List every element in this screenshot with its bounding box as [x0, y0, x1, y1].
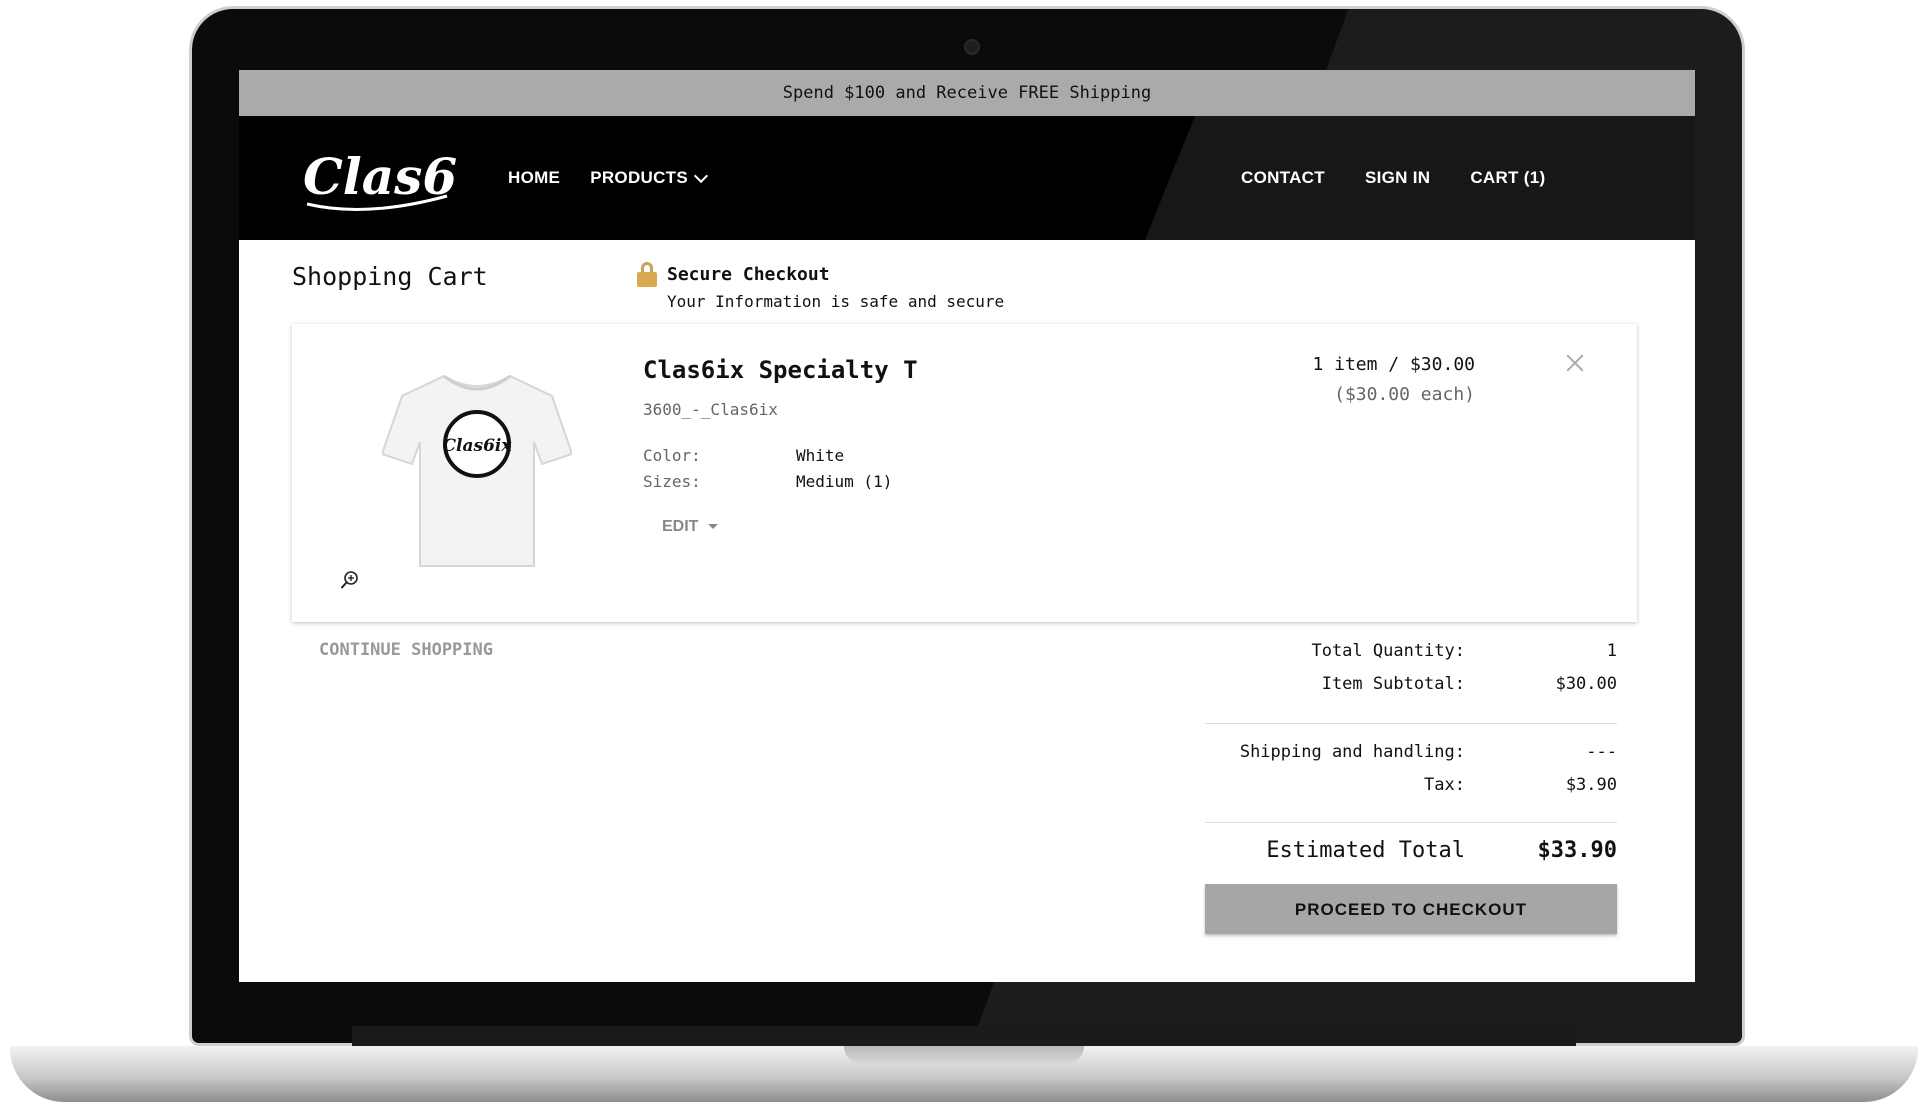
secure-checkout-title: Secure Checkout: [667, 264, 830, 285]
promo-bar: Spend $100 and Receive FREE Shipping: [239, 70, 1695, 116]
chevron-down-icon[interactable]: [693, 168, 709, 183]
total-quantity-label: Total Quantity:: [1311, 641, 1465, 661]
shirt-print-logo: Clas6ix: [443, 436, 513, 456]
nav-home[interactable]: HOME: [508, 168, 560, 188]
item-subtotal-label: Item Subtotal:: [1321, 674, 1465, 694]
shipping-label: Shipping and handling:: [1239, 742, 1465, 762]
nav-products-label[interactable]: PRODUCTS: [590, 168, 688, 188]
laptop-notch: [844, 1046, 1084, 1064]
laptop-hinge: [352, 1026, 1576, 1046]
summary-divider: [1205, 822, 1617, 823]
tax-value: $3.90: [1565, 775, 1617, 795]
item-price-each: ($30.00 each): [1334, 384, 1475, 405]
color-label: Color:: [643, 446, 701, 465]
nav-sign-in[interactable]: SIGN IN: [1365, 168, 1430, 188]
main-nav: HOME PRODUCTS: [508, 116, 736, 240]
site-header: Clas6ix HOME PRODUCTS CONTACT SIGN IN CA…: [239, 116, 1695, 240]
item-subtotal-value: $30.00: [1555, 674, 1617, 694]
nav-products[interactable]: PRODUCTS: [590, 168, 709, 188]
webcam: [964, 39, 980, 55]
logo-text: Clas6ix: [303, 147, 457, 206]
page-title: Shopping Cart: [292, 262, 488, 291]
nav-contact-label[interactable]: CONTACT: [1241, 168, 1325, 187]
nav-cart-label[interactable]: CART (1): [1470, 168, 1545, 187]
lock-icon: [637, 262, 657, 287]
sizes-value: Medium (1): [796, 472, 893, 491]
laptop-base: [10, 1046, 1918, 1102]
sizes-label: Sizes:: [643, 472, 701, 491]
cart-item-card: Clas6ix Clas6ix Specialty T 3600_-_Clas6…: [292, 324, 1637, 622]
product-image[interactable]: Clas6ix: [382, 362, 572, 572]
promo-text: Spend $100 and Receive FREE Shipping: [782, 83, 1152, 103]
estimated-total-value: $33.90: [1537, 838, 1617, 863]
nav-home-label[interactable]: HOME: [508, 168, 560, 188]
nav-sign-in-label[interactable]: SIGN IN: [1365, 168, 1430, 187]
continue-shopping-link[interactable]: CONTINUE SHOPPING: [319, 640, 493, 660]
total-quantity-value: 1: [1606, 641, 1617, 661]
browser-viewport: Spend $100 and Receive FREE Shipping Cla…: [239, 70, 1695, 982]
color-value: White: [796, 446, 845, 465]
site-logo[interactable]: Clas6ix: [297, 134, 457, 220]
edit-button[interactable]: EDIT: [662, 518, 719, 536]
product-name[interactable]: Clas6ix Specialty T: [643, 356, 918, 384]
nav-cart[interactable]: CART (1): [1470, 168, 1545, 188]
close-icon[interactable]: [1564, 352, 1586, 374]
estimated-total-label: Estimated Total: [1266, 838, 1465, 863]
nav-contact[interactable]: CONTACT: [1241, 168, 1325, 188]
proceed-to-checkout-button[interactable]: PROCEED TO CHECKOUT: [1205, 884, 1617, 934]
caret-down-icon[interactable]: [708, 524, 719, 530]
product-sku: 3600_-_Clas6ix: [643, 400, 778, 419]
secure-checkout-subtitle: Your Information is safe and secure: [667, 292, 1005, 311]
account-nav: CONTACT SIGN IN CART (1): [1241, 116, 1585, 240]
item-price-summary: 1 item / $30.00: [1312, 354, 1475, 375]
zoom-in-icon[interactable]: [340, 570, 360, 590]
edit-label[interactable]: EDIT: [662, 518, 698, 535]
tax-label: Tax:: [1424, 775, 1465, 795]
summary-divider: [1205, 723, 1617, 724]
shipping-value: ---: [1586, 742, 1617, 762]
